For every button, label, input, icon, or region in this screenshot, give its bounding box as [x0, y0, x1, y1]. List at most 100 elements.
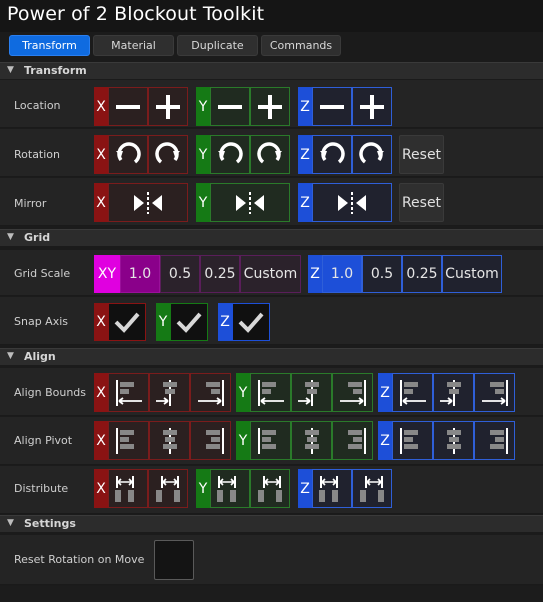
distribute-z-spacing-button[interactable]: [312, 469, 352, 508]
grid-scale-label: Grid Scale: [14, 267, 71, 280]
axis-z-label: Z: [298, 469, 312, 508]
section-header-settings[interactable]: ▼ Settings: [0, 515, 543, 532]
distribute-y-center-button[interactable]: [250, 469, 290, 508]
tab-commands[interactable]: Commands: [261, 35, 341, 56]
section-header-transform[interactable]: ▼ Transform: [0, 62, 543, 79]
distribute-y-group: Y: [196, 469, 290, 508]
align-bounds-x-center-button[interactable]: [149, 373, 190, 412]
align-pivot-z-center-button[interactable]: [433, 421, 474, 460]
tab-duplicate[interactable]: Duplicate: [177, 35, 258, 56]
rotation-y-ccw-button[interactable]: [250, 135, 290, 174]
grid-xy-1.0-button[interactable]: 1.0: [120, 255, 160, 293]
reset-rotation-checkbox[interactable]: [154, 540, 194, 580]
distribute-z-center-button[interactable]: [352, 469, 392, 508]
rotation-z-ccw-button[interactable]: [352, 135, 392, 174]
align-pivot-x-center-button[interactable]: [149, 421, 190, 460]
align-pivot-z-min-button[interactable]: [392, 421, 433, 460]
snap-z-group: Z: [218, 303, 270, 341]
snap-axis-row: Snap Axis X Y Z: [0, 297, 543, 345]
location-y-group: Y: [196, 87, 290, 126]
distribute-x-spacing-button[interactable]: [108, 469, 148, 508]
grid-xy-0.5-button[interactable]: 0.5: [160, 255, 200, 293]
align-bounds-z-center-button[interactable]: [433, 373, 474, 412]
align-bounds-y-center-button[interactable]: [291, 373, 332, 412]
axis-y-label: Y: [236, 421, 250, 460]
align-bounds-y-min-button[interactable]: [250, 373, 291, 412]
align-center-icon: [297, 379, 319, 406]
distribute-x-center-button[interactable]: [148, 469, 188, 508]
align-bounds-z-max-button[interactable]: [474, 373, 515, 412]
mirror-y-button[interactable]: [210, 183, 290, 222]
axis-z-label: Z: [298, 135, 312, 174]
grid-z-0.25-button[interactable]: 0.25: [402, 255, 442, 293]
chevron-down-icon: ▼: [7, 351, 14, 361]
rotation-y-cw-button[interactable]: [210, 135, 250, 174]
snap-y-checkbox[interactable]: [170, 303, 208, 341]
tab-transform[interactable]: Transform: [9, 35, 90, 56]
align-pivot-y-group: Y: [236, 421, 373, 460]
location-y-minus-button[interactable]: [210, 87, 250, 126]
section-header-align[interactable]: ▼ Align: [0, 348, 543, 365]
plus-icon: [258, 94, 282, 119]
mirror-x-group: X: [94, 183, 188, 222]
rotation-z-cw-button[interactable]: [312, 135, 352, 174]
panel-footer: [0, 586, 543, 602]
grid-xy-custom-button[interactable]: Custom: [240, 255, 301, 293]
axis-y-label: Y: [156, 303, 170, 341]
rotate-ccw-icon: [257, 141, 282, 163]
align-left-icon: [399, 379, 426, 406]
align-bounds-x-min-button[interactable]: [108, 373, 149, 412]
distribute-label: Distribute: [14, 482, 69, 495]
align-pivot-x-max-button[interactable]: [190, 421, 231, 460]
align-pivot-label: Align Pivot: [14, 434, 73, 447]
align-left-icon: [257, 379, 284, 406]
align-pivot-x-min-button[interactable]: [108, 421, 149, 460]
grid-scale-row: Grid Scale XY 1.0 0.5 0.25 Custom Z 1.0 …: [0, 250, 543, 296]
align-bounds-label: Align Bounds: [14, 386, 87, 399]
snap-x-checkbox[interactable]: [108, 303, 146, 341]
mirror-reset-button[interactable]: Reset: [399, 183, 444, 222]
mirror-x-button[interactable]: [108, 183, 188, 222]
align-pivot-y-min-button[interactable]: [250, 421, 291, 460]
rotation-reset-button[interactable]: Reset: [399, 135, 444, 174]
rotation-x-cw-button[interactable]: [108, 135, 148, 174]
align-pivot-center-icon: [304, 427, 319, 454]
location-z-minus-button[interactable]: [312, 87, 352, 126]
distribute-center-icon: [360, 475, 384, 502]
align-pivot-z-max-button[interactable]: [474, 421, 515, 460]
grid-z-custom-button[interactable]: Custom: [442, 255, 502, 293]
axis-x-label: X: [94, 303, 108, 341]
location-z-plus-button[interactable]: [352, 87, 392, 126]
align-bounds-y-max-button[interactable]: [332, 373, 373, 412]
rotation-z-group: Z: [298, 135, 392, 174]
section-header-grid[interactable]: ▼ Grid: [0, 229, 543, 246]
section-title: Settings: [24, 517, 76, 530]
rotation-x-ccw-button[interactable]: [148, 135, 188, 174]
location-x-plus-button[interactable]: [148, 87, 188, 126]
tab-material[interactable]: Material: [93, 35, 174, 56]
align-bounds-z-min-button[interactable]: [392, 373, 433, 412]
snap-z-checkbox[interactable]: [232, 303, 270, 341]
axis-x-label: X: [94, 373, 108, 412]
axis-z-label: Z: [298, 87, 312, 126]
align-pivot-y-center-button[interactable]: [291, 421, 332, 460]
distribute-y-spacing-button[interactable]: [210, 469, 250, 508]
location-x-minus-button[interactable]: [108, 87, 148, 126]
align-bounds-x-max-button[interactable]: [190, 373, 231, 412]
align-pivot-y-max-button[interactable]: [332, 421, 373, 460]
axis-z-label: Z: [298, 183, 312, 222]
snap-x-group: X: [94, 303, 146, 341]
distribute-center-icon: [156, 475, 180, 502]
grid-xy-0.25-button[interactable]: 0.25: [200, 255, 240, 293]
rotate-cw-icon: [320, 141, 345, 163]
mirror-z-group: Z: [298, 183, 392, 222]
mirror-z-button[interactable]: [312, 183, 392, 222]
location-x-group: X: [94, 87, 188, 126]
axis-y-label: Y: [196, 183, 210, 222]
grid-z-0.5-button[interactable]: 0.5: [362, 255, 402, 293]
grid-z-1.0-button[interactable]: 1.0: [322, 255, 362, 293]
distribute-z-group: Z: [298, 469, 392, 508]
title-bar: Power of 2 Blockout Toolkit: [0, 0, 543, 32]
distribute-row: Distribute X Y Z: [0, 466, 543, 514]
location-y-plus-button[interactable]: [250, 87, 290, 126]
